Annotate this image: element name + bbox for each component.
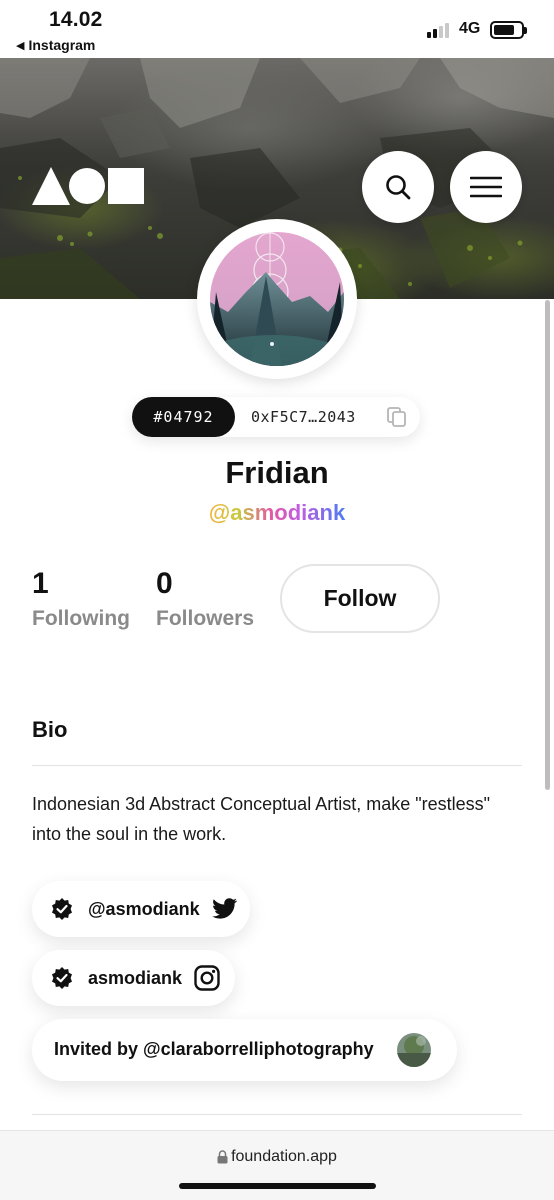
foundation-logo[interactable] bbox=[32, 167, 144, 205]
copy-icon[interactable] bbox=[386, 406, 408, 428]
bio-heading: Bio bbox=[32, 717, 68, 742]
creator-number: #04792 bbox=[132, 397, 235, 437]
twitter-handle: @asmodiank bbox=[88, 898, 200, 919]
display-name: Fridian bbox=[225, 455, 329, 490]
status-bar: 14.02 ◀ Instagram 4G bbox=[0, 0, 554, 58]
inviter-avatar bbox=[397, 1033, 431, 1067]
following-count[interactable]: 1 bbox=[32, 567, 49, 601]
instagram-icon bbox=[194, 965, 220, 991]
battery-icon bbox=[490, 21, 527, 39]
wallet-address: 0xF5C7…2043 bbox=[251, 408, 356, 426]
invited-by-pill[interactable]: Invited by @claraborrelliphotography bbox=[32, 1019, 457, 1081]
search-button[interactable] bbox=[362, 151, 434, 223]
profile-avatar bbox=[197, 219, 357, 379]
instagram-handle: asmodiank bbox=[88, 967, 183, 988]
avatar-artwork bbox=[210, 232, 344, 366]
back-to-app-link[interactable]: ◀ Instagram bbox=[16, 37, 95, 53]
bio-divider bbox=[32, 765, 522, 766]
following-label[interactable]: Following bbox=[32, 607, 130, 631]
clock: 14.02 bbox=[49, 8, 103, 31]
back-triangle-icon: ◀ bbox=[16, 39, 25, 52]
follow-button[interactable]: Follow bbox=[280, 564, 440, 633]
followers-count[interactable]: 0 bbox=[156, 567, 173, 601]
followers-label[interactable]: Followers bbox=[156, 607, 254, 631]
bio-text: Indonesian 3d Abstract Conceptual Artist… bbox=[32, 794, 491, 844]
bottom-divider bbox=[32, 1114, 522, 1115]
username[interactable]: @asmodiank bbox=[0, 500, 554, 526]
back-app-label: Instagram bbox=[28, 37, 96, 53]
lock-icon bbox=[217, 1150, 228, 1164]
invited-by-text: Invited by @claraborrelliphotography bbox=[54, 1039, 374, 1059]
menu-button[interactable] bbox=[450, 151, 522, 223]
hamburger-menu-icon bbox=[470, 176, 502, 198]
address-bar[interactable]: foundation.app bbox=[0, 1148, 554, 1166]
network-type: 4G bbox=[459, 20, 481, 37]
username-text: @asmodiank bbox=[208, 500, 346, 525]
verified-badge-icon bbox=[52, 967, 72, 989]
creator-id-pill: #04792 0xF5C7…2043 bbox=[132, 397, 420, 437]
signal-strength-icon bbox=[427, 22, 453, 38]
browser-bottom-bar: foundation.app bbox=[0, 1130, 554, 1200]
search-icon bbox=[386, 175, 411, 200]
home-indicator[interactable] bbox=[179, 1183, 376, 1189]
page-scrollbar[interactable] bbox=[545, 300, 550, 790]
url-text: foundation.app bbox=[231, 1148, 337, 1165]
verified-badge-icon bbox=[52, 898, 72, 920]
twitter-link[interactable]: @asmodiank bbox=[32, 881, 250, 937]
instagram-link[interactable]: asmodiank bbox=[32, 950, 235, 1006]
twitter-icon bbox=[211, 898, 237, 919]
